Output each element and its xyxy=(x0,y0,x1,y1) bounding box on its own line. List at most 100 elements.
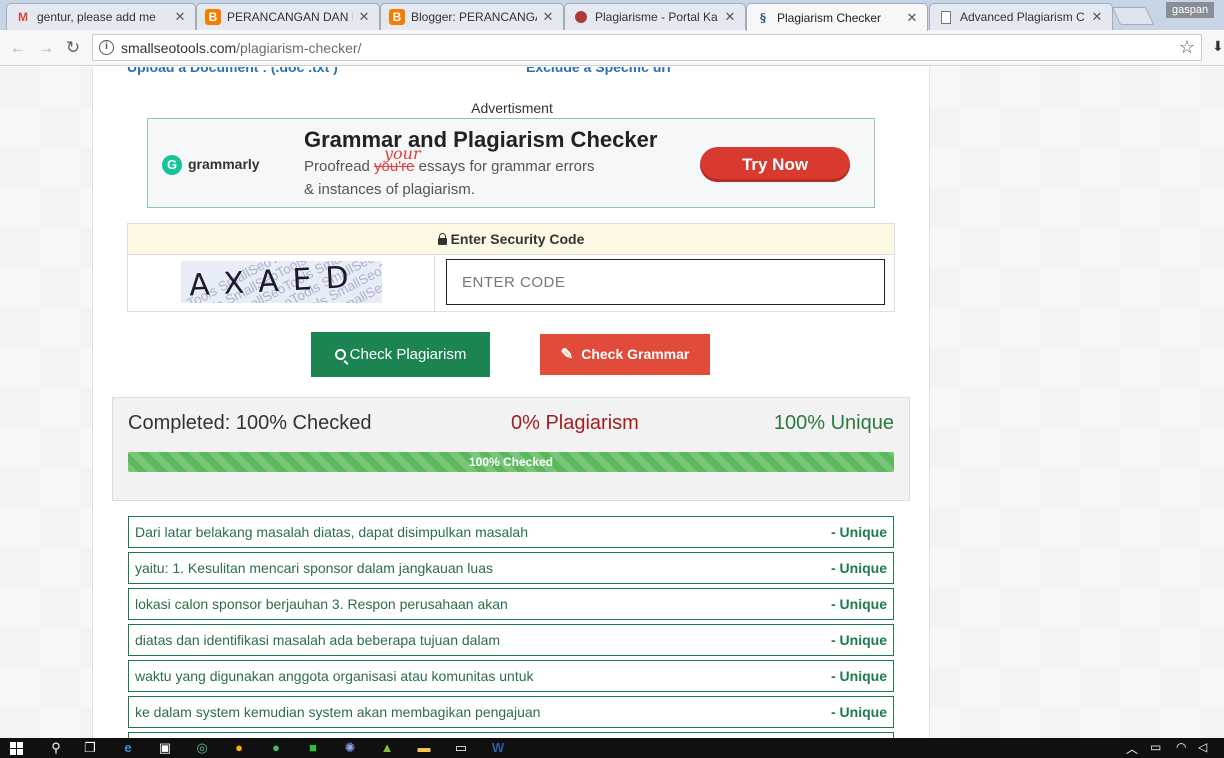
ad-struck-word: you're xyxy=(374,158,415,175)
sentence-row[interactable]: lokasi calon sponsor berjauhan 3. Respon… xyxy=(128,588,894,620)
completed-status: Completed: 100% Checked xyxy=(128,412,372,434)
blogger-icon: B xyxy=(205,9,221,25)
terminal-icon[interactable]: ▭ xyxy=(453,740,469,756)
tab-close-icon[interactable]: ✕ xyxy=(905,10,919,26)
bookmark-star-icon[interactable]: ☆ xyxy=(1179,37,1195,58)
tab-plagiarisme-portal[interactable]: Plagiarisme - Portal Ka ✕ xyxy=(564,3,746,30)
progress-bar: 100% Checked xyxy=(128,452,894,472)
exclude-url-link[interactable]: Exclude a Specific url xyxy=(526,67,671,75)
ad-body-start: Proofread xyxy=(304,158,375,175)
sentence-row[interactable]: yaitu: 1. Kesulitan mencari sponsor dala… xyxy=(128,552,894,584)
url-host: smallseotools.com xyxy=(121,40,237,56)
check-grammar-label: Check Grammar xyxy=(581,346,690,362)
check-grammar-button[interactable]: ✎ Check Grammar xyxy=(540,334,710,375)
info-icon[interactable]: i xyxy=(99,40,114,55)
unique-percent: 100% Unique xyxy=(773,412,894,434)
sentence-row[interactable]: Dari latar belakang masalah diatas, dapa… xyxy=(128,516,894,548)
sentence-row[interactable]: ke dalam system kemudian system akan mem… xyxy=(128,696,894,728)
sentence-status: - Unique xyxy=(831,704,887,720)
tab-close-icon[interactable]: ✕ xyxy=(1090,9,1104,25)
url-path: /plagiarism-checker/ xyxy=(236,40,362,56)
page-background: Upload a Document : (.doc .txt ) Exclude… xyxy=(0,67,1224,738)
security-code-input[interactable] xyxy=(446,259,885,305)
tab-title: Plagiarism Checker xyxy=(777,10,882,25)
tab-title: gentur, please add me xyxy=(37,10,156,24)
security-code-panel: Enter Security Code SmallSeoTools SmallS… xyxy=(127,223,895,312)
word-icon[interactable]: W xyxy=(490,740,506,756)
tab-close-icon[interactable]: ✕ xyxy=(357,9,371,25)
sentence-row[interactable]: waktu yang digunakan anggota organisasi … xyxy=(128,660,894,692)
sentence-text: waktu yang digunakan anggota organisasi … xyxy=(135,668,534,684)
sentence-status: - Unique xyxy=(831,596,887,612)
main-content: Upload a Document : (.doc .txt ) Exclude… xyxy=(92,67,930,738)
wifi-icon[interactable]: ◠ xyxy=(1176,740,1186,754)
gmail-icon: M xyxy=(18,10,28,24)
line-icon[interactable]: ■ xyxy=(305,740,321,756)
advert-label: Advertisment xyxy=(471,100,553,116)
folder-icon[interactable]: ▬ xyxy=(416,740,432,756)
plagiarism-percent: 0% Plagiarism xyxy=(511,412,639,434)
windows-start-icon[interactable] xyxy=(10,742,24,755)
sentence-text: diatas dan identifikasi masalah ada bebe… xyxy=(135,632,501,648)
sentence-status: - Unique xyxy=(831,524,887,540)
tab-plagiarism-checker[interactable]: § Plagiarism Checker ✕ xyxy=(746,3,928,31)
lock-icon xyxy=(437,233,447,245)
security-heading: Enter Security Code xyxy=(128,224,894,255)
settings-icon[interactable]: ✺ xyxy=(342,740,358,756)
smallseotools-icon: § xyxy=(759,10,767,25)
ad-body-line1: Proofread you're essays for grammar erro… xyxy=(304,158,594,175)
progress-fill: 100% Checked xyxy=(128,452,894,472)
reload-button[interactable]: ↻ xyxy=(63,38,83,58)
grammarly-ad-banner[interactable]: G grammarly Grammar and Plagiarism Check… xyxy=(147,118,875,208)
tab-title: Plagiarisme - Portal Ka xyxy=(595,10,718,24)
android-icon[interactable]: ▲ xyxy=(379,740,395,756)
app-icon[interactable]: ◎ xyxy=(194,740,210,756)
blogger-icon: B xyxy=(389,9,405,25)
ad-body-end: essays for grammar errors xyxy=(414,158,595,175)
ad-body-line2: & instances of plagiarism. xyxy=(304,181,475,198)
sentence-row[interactable]: diatas dan identifikasi masalah ada bebe… xyxy=(128,624,894,656)
security-row: SmallSeoTools SmallSeoTools SmallSeoTool… xyxy=(128,255,894,311)
battery-icon[interactable]: ▭ xyxy=(1150,740,1161,754)
download-icon[interactable]: ⬇ xyxy=(1212,38,1224,55)
security-title: Enter Security Code xyxy=(450,231,585,247)
tab-advanced-plagiarism[interactable]: Advanced Plagiarism C ✕ xyxy=(929,3,1113,30)
tab-title: PERANCANGAN DAN I xyxy=(227,10,353,24)
sentence-text: Dari latar belakang masalah diatas, dapa… xyxy=(135,524,528,540)
tray-chevron-icon[interactable]: ︿ xyxy=(1126,740,1138,757)
tab-title: Blogger: PERANCANGA xyxy=(411,10,537,24)
profile-badge[interactable]: gaspan xyxy=(1166,2,1215,18)
back-button[interactable]: ← xyxy=(8,38,28,58)
grammarly-logo-icon: G xyxy=(162,155,182,175)
try-now-button[interactable]: Try Now xyxy=(700,147,850,182)
chrome-icon[interactable]: ● xyxy=(231,740,247,756)
captcha-image: SmallSeoTools SmallSeoTools SmallSeoTool… xyxy=(181,261,382,303)
new-tab-button[interactable] xyxy=(1111,7,1155,25)
page-icon xyxy=(938,9,954,25)
ad-headline: Grammar and Plagiarism Checker xyxy=(304,127,658,152)
url-text[interactable]: smallseotools.com/plagiarism-checker/ xyxy=(121,40,361,56)
task-view-icon[interactable]: ❐ xyxy=(82,740,98,756)
check-plagiarism-button[interactable]: Check Plagiarism xyxy=(311,332,490,377)
upload-document-link[interactable]: Upload a Document : (.doc .txt ) xyxy=(127,67,338,75)
address-bar[interactable]: i smallseotools.com/plagiarism-checker/ … xyxy=(92,34,1202,61)
tab-perancangan[interactable]: B PERANCANGAN DAN I ✕ xyxy=(196,3,380,30)
tab-close-icon[interactable]: ✕ xyxy=(541,9,555,25)
browser-toolbar: ← → ↻ i smallseotools.com/plagiarism-che… xyxy=(0,30,1224,66)
pencil-icon: ✎ xyxy=(560,346,574,363)
volume-icon[interactable]: ◁ xyxy=(1198,740,1207,754)
edge-icon[interactable]: e xyxy=(120,740,136,756)
store-icon[interactable]: ▣ xyxy=(157,740,173,756)
check-plagiarism-label: Check Plagiarism xyxy=(349,346,467,363)
search-icon xyxy=(334,349,346,360)
tab-strip: M gentur, please add me ✕ B PERANCANGAN … xyxy=(0,0,1224,31)
tab-close-icon[interactable]: ✕ xyxy=(723,9,737,25)
search-icon[interactable]: ⚲ xyxy=(48,740,64,756)
chat-icon[interactable]: ● xyxy=(268,740,284,756)
results-panel: Completed: 100% Checked 0% Plagiarism 10… xyxy=(112,397,910,501)
tab-gmail[interactable]: M gentur, please add me ✕ xyxy=(6,3,196,30)
tab-blogger[interactable]: B Blogger: PERANCANGA ✕ xyxy=(380,3,564,30)
sentence-text: lokasi calon sponsor berjauhan 3. Respon… xyxy=(135,596,508,612)
tab-close-icon[interactable]: ✕ xyxy=(173,9,187,25)
forward-button[interactable]: → xyxy=(36,38,56,58)
